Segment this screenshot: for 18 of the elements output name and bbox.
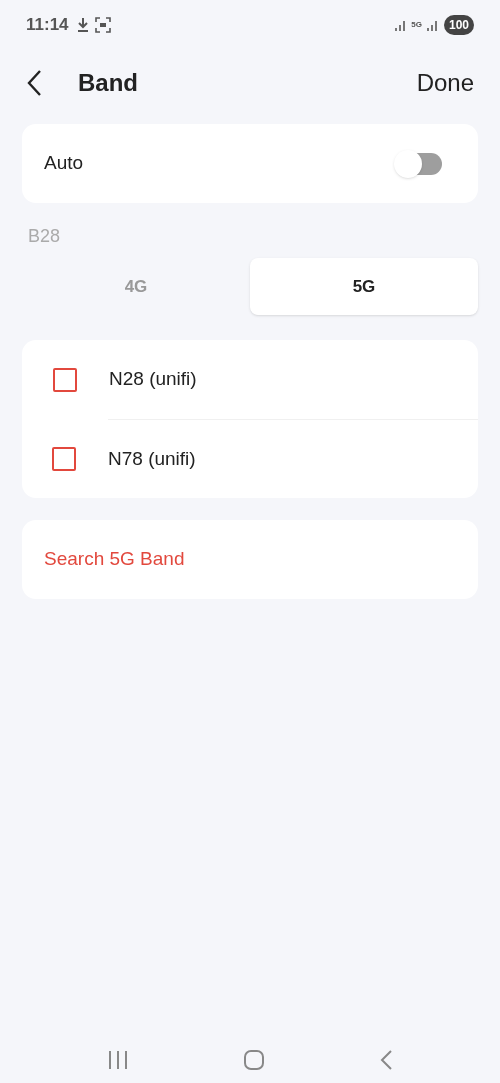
back-icon[interactable] (26, 69, 42, 97)
band-label: N28 (unifi) (109, 367, 197, 392)
band-checkbox[interactable] (53, 367, 77, 392)
download-icon (76, 17, 89, 33)
clock: 11:14 (26, 14, 69, 37)
network-type: 5G (411, 21, 422, 29)
search-band-button[interactable]: Search 5G Band (22, 520, 478, 599)
auto-label: Auto (44, 151, 84, 176)
page-title: Band (78, 68, 138, 98)
band-tab[interactable]: 5G (250, 258, 478, 315)
done-button[interactable]: Done (416, 65, 474, 101)
home-icon[interactable] (243, 1049, 265, 1071)
section-label: B28 (28, 225, 61, 248)
battery-indicator: 100 (443, 15, 474, 35)
band-checkbox[interactable] (52, 447, 76, 471)
band-label: N78 (unifi) (108, 446, 196, 471)
signal-icon (425, 18, 440, 32)
screenshot-icon (94, 17, 111, 33)
